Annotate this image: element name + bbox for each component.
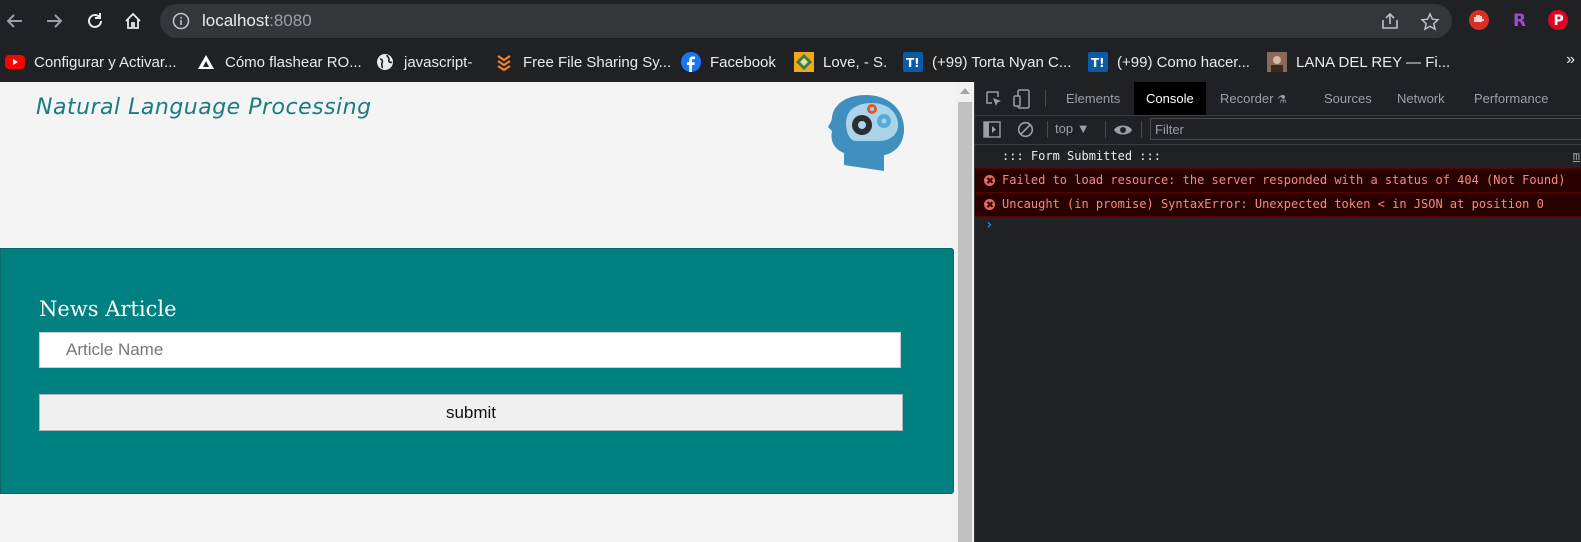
bookmarks-bar: Configurar y Activar... Cómo flashear RO…: [0, 42, 1581, 82]
console-output: ::: Form Submitted ::: m Failed to load …: [975, 145, 1581, 542]
devtools-panel: Elements Console Recorder ⚗ Sources Netw…: [974, 82, 1581, 542]
tab-elements[interactable]: Elements: [1066, 82, 1120, 115]
context-value: top: [1055, 121, 1074, 136]
scroll-up-arrow[interactable]: [960, 88, 970, 94]
address-bar[interactable]: localhost:8080: [160, 4, 1452, 38]
svg-text:R: R: [1513, 11, 1526, 31]
triangle-logo-icon: [196, 52, 216, 72]
console-toolbar: top ▼: [975, 116, 1581, 145]
bookmark-item[interactable]: Free File Sharing Sy...: [494, 51, 671, 73]
bookmark-label: Cómo flashear RO...: [225, 53, 362, 71]
bookmark-label: Facebook: [710, 53, 776, 71]
url-text: localhost:8080: [202, 11, 312, 31]
submit-button[interactable]: submit: [39, 394, 903, 431]
arrow-right-icon: [47, 14, 63, 28]
share-icon[interactable]: [1380, 12, 1400, 30]
article-form: News Article submit: [0, 248, 954, 494]
taringa-icon: T!: [903, 52, 923, 72]
svg-text:P: P: [1554, 13, 1564, 29]
sidebar-toggle-icon[interactable]: [983, 121, 1001, 138]
forward-button[interactable]: [42, 9, 66, 33]
diamond-icon: [794, 52, 814, 72]
console-prompt[interactable]: ›: [985, 217, 993, 233]
bookmark-item[interactable]: LANA DEL REY — Fi...: [1267, 51, 1450, 73]
flask-icon: ⚗: [1277, 94, 1287, 106]
reload-icon: [88, 13, 102, 28]
taringa-icon: T!: [1088, 52, 1108, 72]
error-icon: [984, 199, 995, 210]
page-viewport: Natural Language Processing News Article…: [0, 82, 956, 542]
adblock-extension-icon[interactable]: [1468, 9, 1490, 31]
form-label: News Article: [39, 297, 177, 321]
bookmark-label: Configurar y Activar...: [34, 53, 177, 71]
bookmark-item[interactable]: Facebook: [681, 51, 776, 73]
console-error-line: Uncaught (in promise) SyntaxError: Unexp…: [975, 192, 1581, 217]
tab-sources[interactable]: Sources: [1324, 82, 1372, 115]
bookmark-label: LANA DEL REY — Fi...: [1296, 53, 1451, 71]
log-message: ::: Form Submitted :::: [1002, 149, 1161, 163]
facebook-icon: [681, 52, 701, 72]
page-scrollbar[interactable]: [956, 82, 974, 542]
bookmark-label: javascript-: [404, 53, 473, 71]
log-source-link[interactable]: m: [1573, 145, 1580, 168]
globe-icon: [375, 52, 395, 72]
inspect-element-icon[interactable]: [985, 90, 1003, 108]
context-selector[interactable]: top ▼: [1055, 121, 1090, 136]
bookmark-item[interactable]: javascript-: [375, 51, 472, 73]
tab-recorder[interactable]: Recorder ⚗: [1220, 82, 1287, 115]
layers-icon: [494, 52, 514, 72]
bookmark-label: Love, - S.: [823, 53, 888, 71]
arrow-left-icon: [6, 14, 22, 28]
reload-button[interactable]: [83, 9, 107, 33]
dropdown-arrow-icon: ▼: [1076, 121, 1090, 136]
photo-thumbnail-icon: [1267, 52, 1287, 72]
bookmark-label: Free File Sharing Sy...: [523, 53, 672, 71]
console-log-line: ::: Form Submitted ::: m: [975, 145, 1581, 168]
clear-console-icon[interactable]: [1017, 121, 1034, 138]
page-title: Natural Language Processing: [36, 95, 372, 120]
tab-recorder-label: Recorder: [1220, 91, 1274, 106]
article-name-input[interactable]: [39, 332, 901, 368]
error-message: Failed to load resource: the server resp…: [1002, 173, 1566, 187]
live-expression-eye-icon[interactable]: [1113, 123, 1133, 137]
svg-text:T!: T!: [1091, 56, 1105, 70]
pinterest-extension-icon[interactable]: P: [1547, 9, 1569, 31]
bookmark-label: (+99) Como hacer...: [1117, 53, 1250, 71]
brain-gears-logo: [828, 95, 904, 171]
bookmark-item[interactable]: Configurar y Activar...: [5, 51, 177, 73]
console-error-line: Failed to load resource: the server resp…: [975, 168, 1581, 193]
browser-toolbar: localhost:8080 R P: [0, 0, 1581, 42]
error-icon: [984, 175, 995, 186]
scroll-thumb[interactable]: [958, 102, 972, 542]
device-toolbar-icon[interactable]: [1013, 89, 1031, 109]
bookmarks-overflow-button[interactable]: »: [1566, 51, 1575, 69]
console-filter-input[interactable]: [1150, 118, 1581, 140]
url-port: :8080: [269, 11, 312, 30]
home-button[interactable]: [121, 9, 145, 33]
url-host: localhost: [202, 11, 270, 30]
tab-network[interactable]: Network: [1397, 82, 1445, 115]
star-icon[interactable]: [1420, 12, 1440, 32]
bookmark-item[interactable]: Love, - S.: [794, 51, 887, 73]
tab-performance[interactable]: Performance: [1474, 82, 1548, 115]
r-extension-icon[interactable]: R: [1508, 9, 1530, 31]
devtools-tab-bar: Elements Console Recorder ⚗ Sources Netw…: [975, 82, 1581, 116]
error-message: Uncaught (in promise) SyntaxError: Unexp…: [1002, 197, 1544, 211]
home-icon: [125, 12, 141, 29]
bookmark-item[interactable]: Cómo flashear RO...: [196, 51, 362, 73]
back-button[interactable]: [3, 9, 27, 33]
info-icon[interactable]: [172, 12, 190, 30]
bookmark-label: (+99) Torta Nyan C...: [932, 53, 1072, 71]
bookmark-item[interactable]: T! (+99) Como hacer...: [1088, 51, 1250, 73]
tab-console[interactable]: Console: [1134, 82, 1206, 115]
bookmark-item[interactable]: T! (+99) Torta Nyan C...: [903, 51, 1071, 73]
svg-text:T!: T!: [906, 56, 920, 70]
youtube-icon: [5, 52, 25, 72]
